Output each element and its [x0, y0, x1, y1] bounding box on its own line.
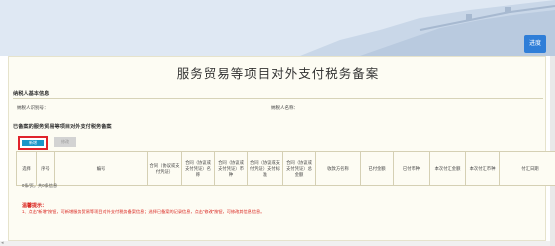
column-header: 合同（协议或支付凭证）: [147, 151, 182, 186]
table-header-row: 选择 序号 编号 合同（协议或支付凭证） 合同（协议或支付凭证）名称 合同（协议…: [16, 151, 555, 186]
main-content-panel: 服务贸易等项目对外支付税务备案 纳税人基本信息 纳税人识别号： 纳税人名称： 已…: [8, 56, 555, 241]
column-header: 编号: [54, 151, 148, 186]
column-header[interactable]: 选择: [16, 151, 37, 186]
column-header: 序号: [36, 151, 55, 186]
taxpayer-name-label: 纳税人名称：: [271, 105, 298, 110]
tips-text: 1、点击“新增”按钮，可新增服务贸易等项目对外支付税务备案信息；选择已备案的记录…: [22, 209, 265, 214]
scroll-left-icon[interactable]: ◂: [1, 240, 4, 246]
horizontal-scrollbar[interactable]: [0, 241, 550, 246]
modify-button[interactable]: 修改: [54, 137, 76, 147]
progress-button[interactable]: 进度: [524, 35, 546, 53]
column-header: 合同（协议或支付凭证）支付标准: [247, 151, 283, 186]
record-count: 0条/页，共0条信息: [22, 183, 58, 188]
column-header: 合同（协议或支付凭证）总金额: [282, 151, 316, 186]
column-header: 合同（协议或支付凭证）币种: [214, 151, 248, 186]
records-table: 选择 序号 编号 合同（协议或支付凭证） 合同（协议或支付凭证）名称 合同（协议…: [16, 151, 555, 186]
column-header: 本次付汇币种: [465, 151, 500, 186]
basic-info-heading: 纳税人基本信息: [13, 91, 50, 97]
page-title: 服务贸易等项目对外支付税务备案: [176, 67, 380, 81]
column-header: 付汇日期: [499, 151, 555, 186]
column-header: 已付金额: [360, 151, 394, 186]
tax-id-label: 纳税人识别号：: [17, 105, 49, 110]
records-heading: 已备案的服务贸易等项目对外支付税务备案: [13, 124, 112, 130]
column-header: 已付币种: [393, 151, 430, 186]
tips-title: 温馨提示：: [22, 203, 48, 209]
column-header: 收款方名称: [315, 151, 361, 186]
header-banner: [0, 0, 555, 56]
section-divider: [13, 98, 543, 99]
column-header: 合同（协议或支付凭证）名称: [181, 151, 215, 186]
great-wall-banner-image: [0, 0, 555, 56]
column-header: 本次付汇金额: [429, 151, 466, 186]
add-button-highlight[interactable]: 新增: [18, 136, 48, 150]
add-button[interactable]: 新增: [22, 140, 44, 146]
